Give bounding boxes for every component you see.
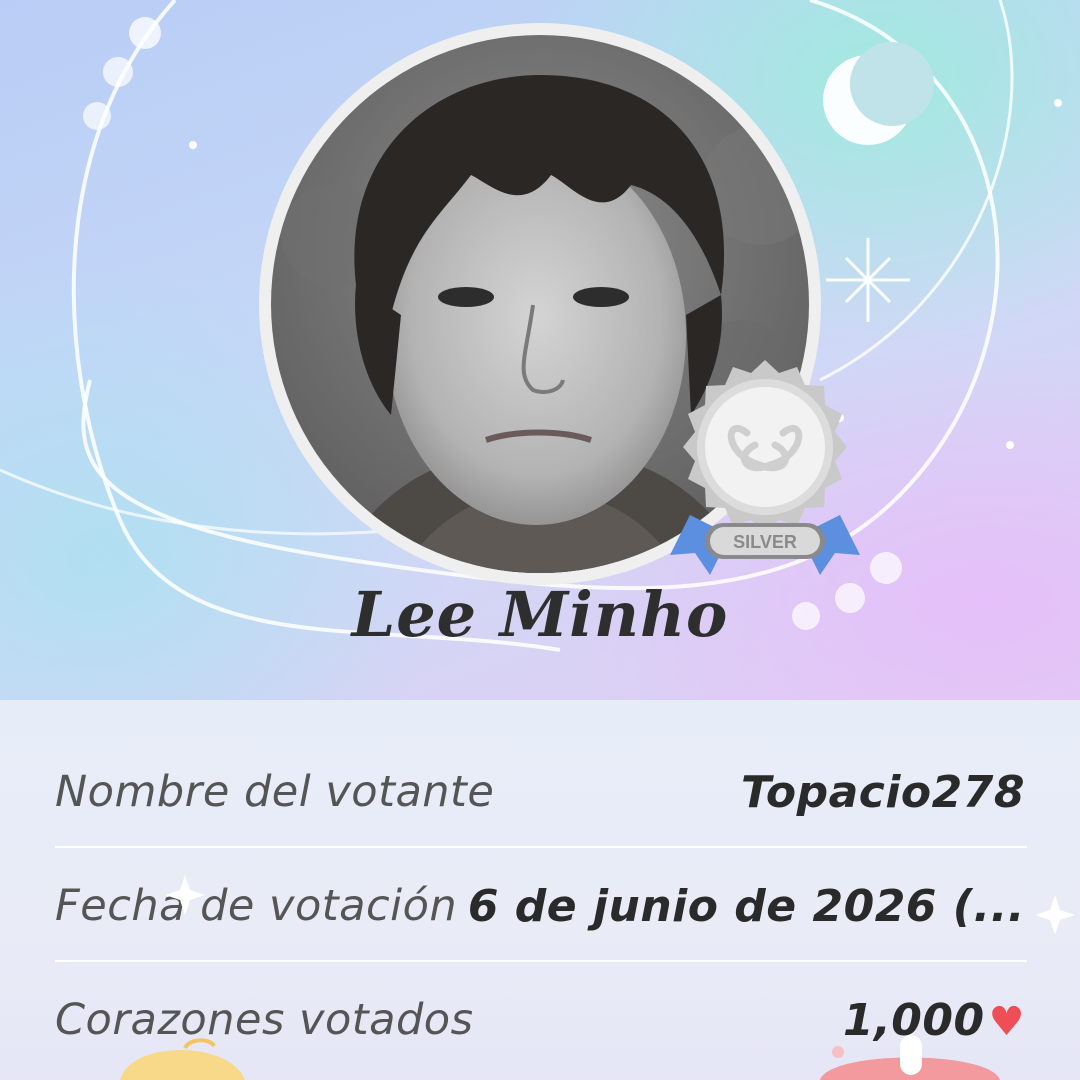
voter-name-row: Nombre del votante Topacio278 (55, 736, 1025, 848)
vote-date-row: Fecha de votación 6 de junio de 2026 (..… (55, 850, 1025, 962)
crescent-moon-icon (823, 42, 934, 145)
sparkle-icon (1035, 895, 1075, 935)
voter-name-label: Nombre del votante (55, 767, 495, 817)
bottom-mascots-decoration (120, 1035, 1000, 1080)
chick-mascot-icon (120, 1050, 245, 1080)
vote-info-panel: Nombre del votante Topacio278 Fecha de v… (0, 700, 1080, 1080)
sparkle-star-icon (826, 238, 910, 322)
silver-medal-badge: SILVER (670, 360, 860, 575)
badge-label: SILVER (733, 532, 797, 552)
voter-name-value: Topacio278 (741, 766, 1025, 818)
row-divider (55, 846, 1027, 848)
header-background: SILVER Lee Minho (0, 0, 1080, 700)
vote-date-label: Fecha de votación (55, 881, 458, 931)
vote-date-value: 6 de junio de 2026 (... (467, 880, 1025, 932)
row-divider (55, 960, 1027, 962)
bubble-icon (129, 17, 161, 49)
artist-name: Lee Minho (351, 578, 729, 651)
